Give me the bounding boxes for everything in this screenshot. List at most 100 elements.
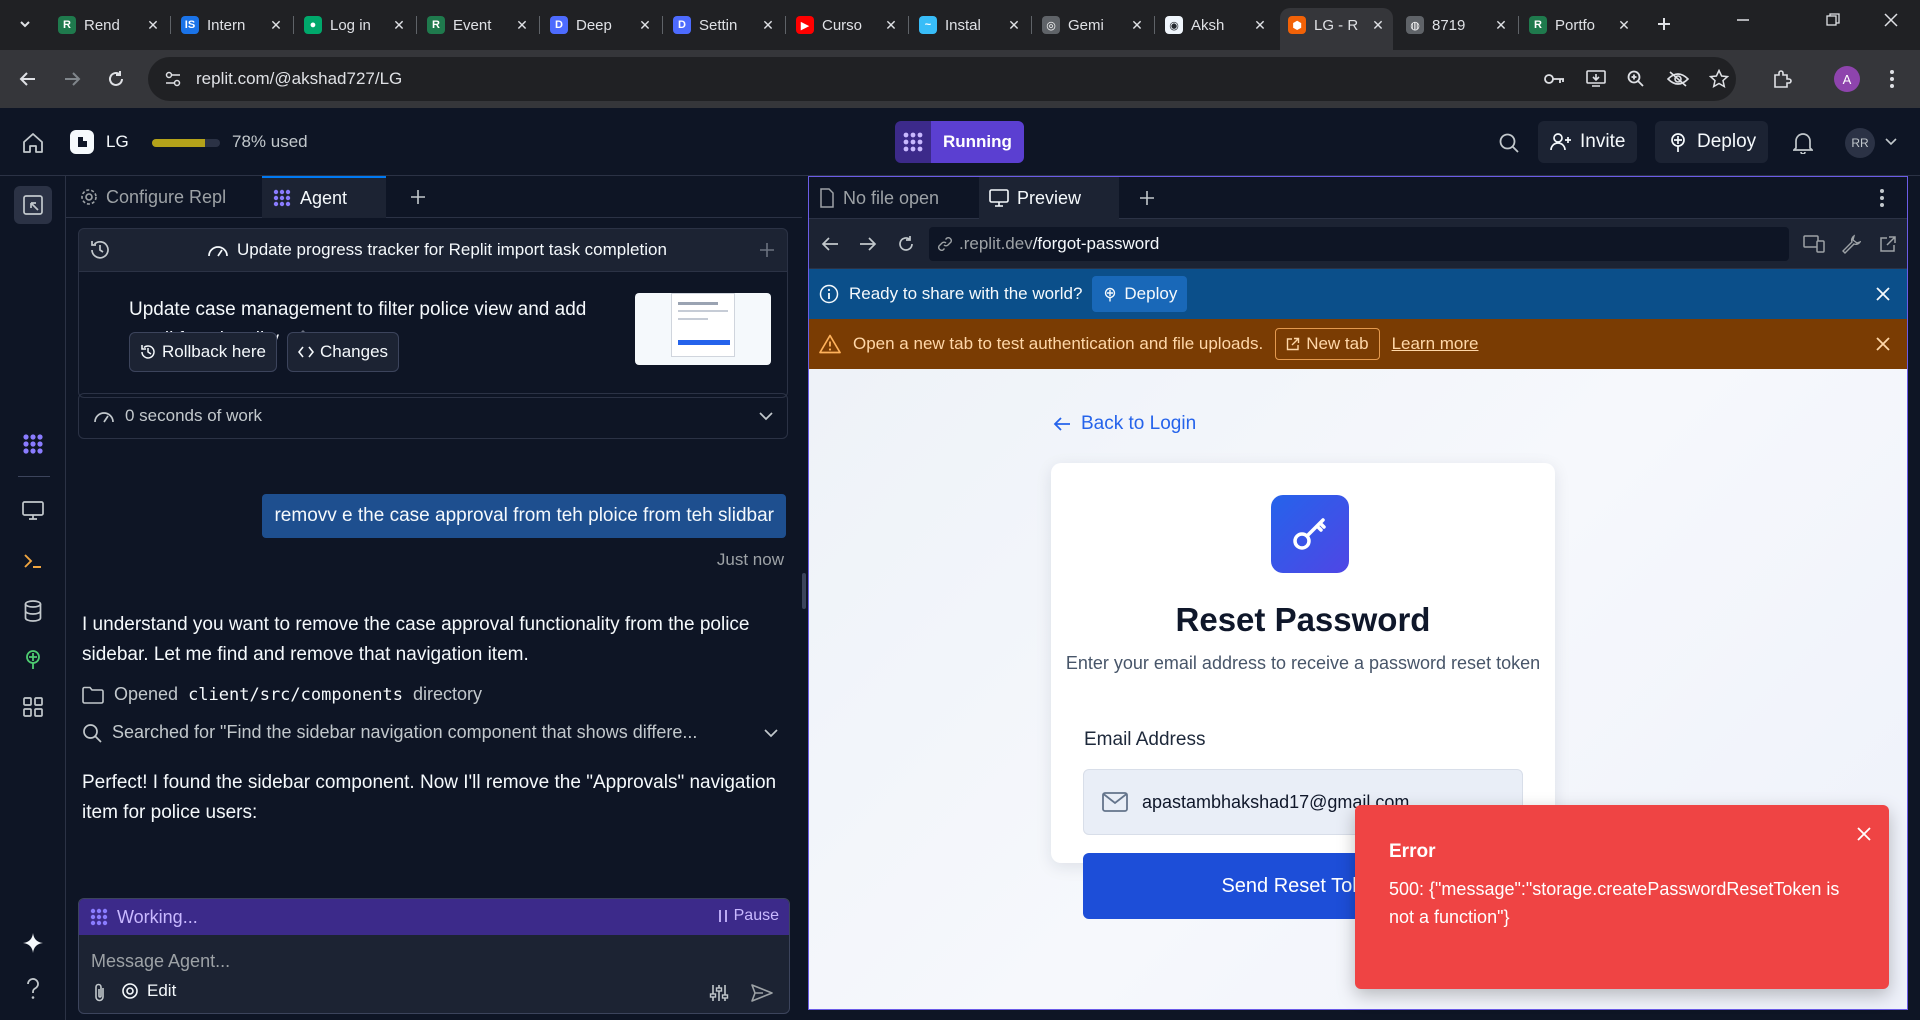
tab-configure-repl[interactable]: Configure Repl bbox=[70, 176, 262, 218]
files-panel-icon[interactable] bbox=[14, 186, 52, 224]
home-icon[interactable] bbox=[20, 130, 46, 156]
sliders-icon[interactable] bbox=[709, 983, 729, 1003]
run-control[interactable]: Running bbox=[895, 121, 1024, 163]
agent-chat[interactable]: Update case management to filter police … bbox=[66, 218, 802, 1020]
user-avatar[interactable]: RR bbox=[1845, 128, 1875, 158]
browser-tab[interactable]: R Event ✕ bbox=[419, 8, 537, 42]
browser-tab[interactable]: ▶ Curso ✕ bbox=[788, 8, 906, 42]
tab-close-icon[interactable]: ✕ bbox=[269, 17, 283, 34]
running-button[interactable]: Running bbox=[931, 121, 1024, 163]
share-deploy-button[interactable]: Deploy bbox=[1092, 276, 1188, 312]
database-icon[interactable] bbox=[20, 598, 46, 624]
browser-tab[interactable]: ⬢ LG - R ✕ bbox=[1280, 8, 1393, 50]
action-searched[interactable]: Searched for "Find the sidebar navigatio… bbox=[82, 722, 782, 743]
browser-tab[interactable]: D Settin ✕ bbox=[665, 8, 783, 42]
close-warning-banner-button[interactable] bbox=[1873, 334, 1893, 354]
action-opened-directory[interactable]: Opened client/src/components directory bbox=[82, 684, 782, 705]
tab-close-icon[interactable]: ✕ bbox=[1494, 17, 1508, 34]
send-icon[interactable] bbox=[751, 983, 773, 1003]
zoom-icon[interactable] bbox=[1624, 67, 1648, 91]
checkpoint-screenshot-thumbnail[interactable] bbox=[635, 293, 771, 365]
back-to-login-link[interactable]: Back to Login bbox=[1053, 413, 1196, 435]
toast-close-button[interactable] bbox=[1853, 823, 1875, 845]
invite-button[interactable]: Invite bbox=[1538, 121, 1638, 163]
close-window-button[interactable] bbox=[1868, 0, 1914, 40]
deploy-button[interactable]: Deploy bbox=[1655, 121, 1769, 163]
history-icon[interactable] bbox=[89, 239, 111, 261]
tab-search-button[interactable] bbox=[9, 8, 41, 40]
bookmark-star-icon[interactable] bbox=[1707, 67, 1731, 91]
open-new-tab-button[interactable]: New tab bbox=[1275, 328, 1380, 360]
changes-button[interactable]: Changes bbox=[287, 332, 400, 372]
add-tab-button[interactable] bbox=[1129, 177, 1169, 219]
pause-button[interactable]: Pause bbox=[718, 907, 779, 925]
install-app-icon[interactable] bbox=[1584, 67, 1608, 91]
external-link-icon[interactable] bbox=[1879, 235, 1897, 253]
tab-close-icon[interactable]: ✕ bbox=[761, 17, 775, 34]
usage-text[interactable]: 78% used bbox=[232, 132, 308, 152]
browser-tab[interactable]: R Portfo ✕ bbox=[1521, 8, 1639, 42]
tab-close-icon[interactable]: ✕ bbox=[1007, 17, 1021, 34]
tab-close-icon[interactable]: ✕ bbox=[638, 17, 652, 34]
tab-agent[interactable]: Agent bbox=[262, 176, 386, 218]
paperclip-icon[interactable] bbox=[91, 983, 109, 1003]
restore-button[interactable] bbox=[1810, 0, 1856, 40]
browser-tab[interactable]: ◉ Aksh ✕ bbox=[1157, 8, 1275, 42]
repl-logo[interactable] bbox=[70, 130, 94, 154]
work-duration-row[interactable]: 0 seconds of work bbox=[78, 393, 788, 439]
chevron-down-icon[interactable] bbox=[1884, 135, 1898, 149]
search-icon[interactable] bbox=[1496, 130, 1522, 156]
browser-tab[interactable]: R Rend ✕ bbox=[50, 8, 168, 42]
tab-close-icon[interactable]: ✕ bbox=[392, 17, 406, 34]
edit-mode-button[interactable]: Edit bbox=[121, 981, 176, 1001]
password-key-icon[interactable] bbox=[1543, 67, 1567, 91]
preview-monitor-icon[interactable] bbox=[20, 498, 46, 524]
tab-close-icon[interactable]: ✕ bbox=[1253, 17, 1267, 34]
bell-icon[interactable] bbox=[1790, 130, 1816, 156]
deployments-icon[interactable] bbox=[20, 646, 46, 672]
browser-tab[interactable]: IS Intern ✕ bbox=[173, 8, 291, 42]
usage-progress-bar[interactable] bbox=[152, 139, 220, 147]
close-share-banner-button[interactable] bbox=[1873, 284, 1893, 304]
browser-tab[interactable]: ~ Instal ✕ bbox=[911, 8, 1029, 42]
chevron-down-icon[interactable] bbox=[764, 728, 778, 738]
rollback-button[interactable]: Rollback here bbox=[129, 332, 277, 372]
tab-close-icon[interactable]: ✕ bbox=[1130, 17, 1144, 34]
all-tools-grid-icon[interactable] bbox=[20, 694, 46, 720]
tab-preview[interactable]: Preview bbox=[979, 177, 1119, 219]
tab-close-icon[interactable]: ✕ bbox=[146, 17, 160, 34]
browser-back-button[interactable] bbox=[12, 63, 44, 95]
browser-reload-button[interactable] bbox=[100, 63, 132, 95]
plus-icon[interactable] bbox=[759, 242, 775, 258]
browser-tab[interactable]: D Deep ✕ bbox=[542, 8, 660, 42]
shell-terminal-icon[interactable] bbox=[20, 548, 46, 574]
chevron-down-icon[interactable] bbox=[759, 411, 773, 421]
eye-off-icon[interactable] bbox=[1666, 67, 1690, 91]
browser-forward-button[interactable] bbox=[56, 63, 88, 95]
browser-menu-button[interactable] bbox=[1876, 63, 1908, 95]
tab-close-icon[interactable]: ✕ bbox=[1371, 17, 1385, 34]
wrench-icon[interactable] bbox=[1841, 234, 1861, 254]
browser-tab[interactable]: ● Log in ✕ bbox=[296, 8, 414, 42]
browser-tab[interactable]: ◍ 8719 ✕ bbox=[1398, 8, 1516, 42]
address-bar[interactable]: replit.com/@akshad727/LG bbox=[148, 57, 1736, 101]
tab-close-icon[interactable]: ✕ bbox=[515, 17, 529, 34]
tab-close-icon[interactable]: ✕ bbox=[884, 17, 898, 34]
reload-icon[interactable] bbox=[897, 235, 915, 253]
devices-icon[interactable] bbox=[1803, 235, 1825, 253]
tab-no-file-open[interactable]: No file open bbox=[809, 177, 979, 219]
profile-avatar[interactable]: A bbox=[1834, 66, 1860, 92]
new-tab-button[interactable] bbox=[1648, 8, 1680, 40]
add-tab-button[interactable] bbox=[400, 176, 440, 218]
help-icon[interactable] bbox=[20, 976, 46, 1002]
tab-close-icon[interactable]: ✕ bbox=[1617, 17, 1631, 34]
repl-name[interactable]: LG bbox=[106, 132, 129, 152]
agent-rail-icon[interactable] bbox=[20, 431, 46, 457]
task-progress-header[interactable]: Update progress tracker for Replit impor… bbox=[78, 228, 788, 272]
browser-tab[interactable]: ◎ Gemi ✕ bbox=[1034, 8, 1152, 42]
message-input[interactable] bbox=[91, 947, 771, 975]
address-url[interactable]: replit.com/@akshad727/LG bbox=[196, 69, 402, 89]
arrow-left-icon[interactable] bbox=[821, 236, 839, 252]
arrow-right-icon[interactable] bbox=[859, 236, 877, 252]
splitter-handle[interactable] bbox=[802, 573, 806, 609]
